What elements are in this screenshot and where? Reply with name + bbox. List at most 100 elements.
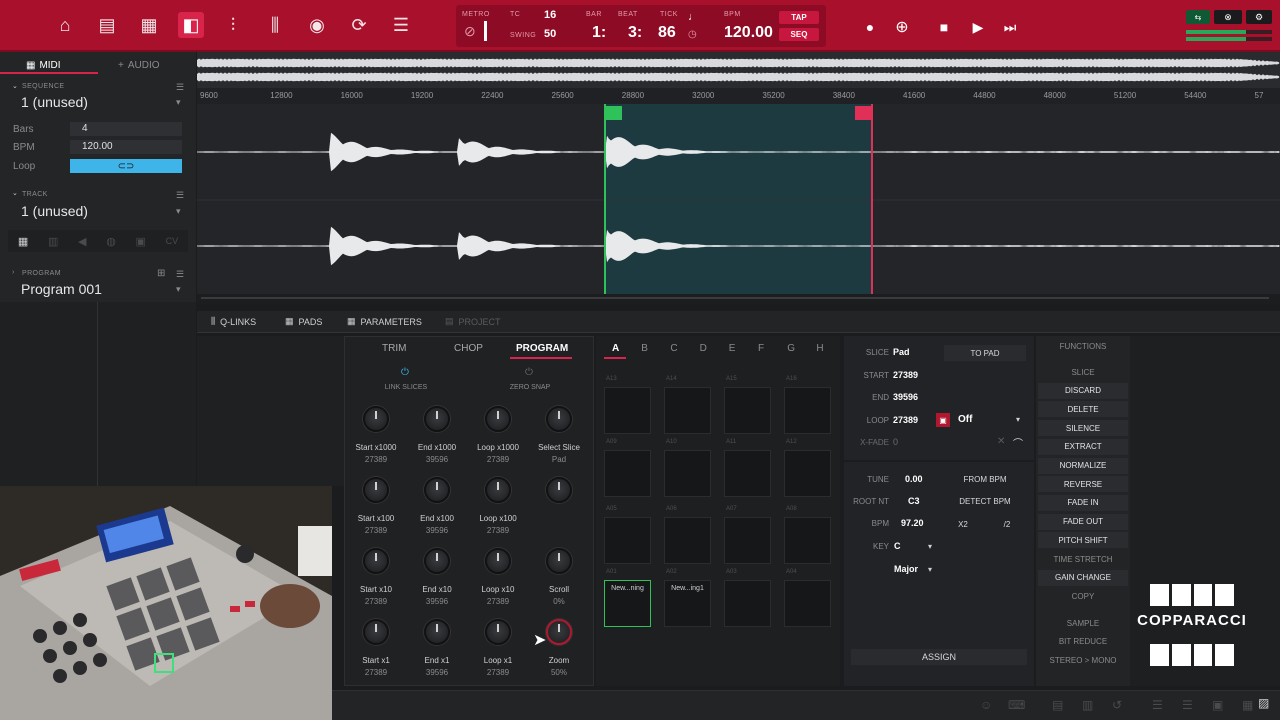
tab-audio[interactable]: + AUDIO xyxy=(118,56,160,74)
function-button[interactable]: PITCH SHIFT xyxy=(1038,532,1128,549)
assign-button[interactable]: ASSIGN xyxy=(851,649,1027,665)
play-start-button[interactable]: ⏭ xyxy=(997,14,1023,40)
bpm-field[interactable]: 120.00 xyxy=(70,140,182,154)
record-icon[interactable]: ◉ xyxy=(304,12,330,38)
tune-value[interactable]: 0.00 xyxy=(905,474,923,484)
bar-value[interactable]: 1: xyxy=(592,24,606,42)
pad[interactable] xyxy=(664,450,711,497)
save-icon[interactable]: ▣ xyxy=(1212,698,1223,712)
qlink-knob[interactable] xyxy=(485,477,511,503)
root-note-value[interactable]: C3 xyxy=(908,496,920,506)
pad[interactable] xyxy=(784,580,831,627)
bars-field[interactable]: 4 xyxy=(70,122,182,136)
note-icon[interactable]: ♩ xyxy=(688,11,699,23)
loop-slice-value[interactable]: 27389 xyxy=(893,415,918,425)
home-icon[interactable]: ⌂ xyxy=(52,12,78,38)
clock-icon[interactable]: ◷ xyxy=(688,29,697,40)
bpm-value[interactable]: 120.00 xyxy=(724,24,773,42)
tab-trim[interactable]: TRIM xyxy=(382,343,406,354)
slice-value[interactable]: Pad xyxy=(893,347,910,357)
midi-activity-icon[interactable]: ⇆ xyxy=(1186,10,1210,24)
browser-icon[interactable]: ▤ xyxy=(94,12,120,38)
end-value[interactable]: 39596 xyxy=(893,392,918,402)
pad[interactable] xyxy=(604,517,651,564)
tab-program[interactable]: PROGRAM xyxy=(516,343,568,354)
end-marker-handle[interactable] xyxy=(855,106,871,120)
qlink-knob[interactable] xyxy=(363,406,389,432)
keygroup-track-icon[interactable]: ▥ xyxy=(48,235,58,248)
function-button[interactable]: SILENCE xyxy=(1038,420,1128,437)
plugin-track-icon[interactable]: ◀ xyxy=(78,235,86,248)
horizontal-scrollbar[interactable] xyxy=(197,294,1280,304)
clip-track-icon[interactable]: ▣ xyxy=(135,235,145,248)
chat-icon[interactable]: ▨ xyxy=(1258,696,1269,710)
function-button[interactable]: DISCARD xyxy=(1038,382,1128,399)
xfade-close-icon[interactable]: ✕ xyxy=(997,436,1005,447)
pad[interactable]: New...ing1 xyxy=(664,580,711,627)
detect-bpm-button[interactable]: DETECT BPM xyxy=(944,493,1026,509)
stop-button[interactable]: ■ xyxy=(931,14,957,40)
key-dropdown-icon[interactable]: ▾ xyxy=(928,542,932,551)
pad[interactable] xyxy=(724,387,771,434)
swing-value[interactable]: 50 xyxy=(544,28,556,40)
bank-tab[interactable]: F xyxy=(758,343,764,354)
pad[interactable] xyxy=(604,450,651,497)
tick-value[interactable]: 86 xyxy=(658,24,676,42)
sample-edit-icon[interactable]: ◧ xyxy=(178,12,204,38)
loop-lock-icon[interactable]: ▣ xyxy=(936,413,950,427)
pad[interactable] xyxy=(784,517,831,564)
qlink-knob[interactable] xyxy=(485,619,511,645)
function-button[interactable]: REVERSE xyxy=(1038,476,1128,493)
pad[interactable] xyxy=(664,387,711,434)
smiley-icon[interactable]: ☺ xyxy=(980,698,992,712)
qlink-knob[interactable] xyxy=(424,406,450,432)
scale-dropdown-icon[interactable]: ▾ xyxy=(928,565,932,574)
qlink-knob[interactable] xyxy=(363,477,389,503)
cv-track-icon[interactable]: CV xyxy=(166,236,179,246)
record-button[interactable]: ● xyxy=(857,14,883,40)
play-button[interactable]: ▶ xyxy=(965,14,991,40)
qlink-knob[interactable] xyxy=(485,548,511,574)
bank-tab[interactable]: H xyxy=(816,343,823,354)
tc-value[interactable]: 16 xyxy=(544,9,556,21)
pad[interactable] xyxy=(724,580,771,627)
qlink-knob[interactable] xyxy=(546,619,572,645)
track-dropdown-icon[interactable]: ▾ xyxy=(176,206,181,217)
menu-icon-2[interactable]: ☰ xyxy=(1182,698,1193,712)
start-value[interactable]: 27389 xyxy=(893,370,918,380)
function-button[interactable]: FADE IN xyxy=(1038,494,1128,511)
function-button[interactable]: FADE OUT xyxy=(1038,513,1128,530)
midi-track-icon[interactable]: ◍ xyxy=(106,235,116,248)
loop-mode-value[interactable]: Off xyxy=(958,414,972,425)
keyboard-icon[interactable]: ⌨ xyxy=(1008,698,1025,712)
waveform-overview[interactable] xyxy=(197,52,1280,88)
qlink-knob[interactable] xyxy=(363,619,389,645)
pad[interactable] xyxy=(784,450,831,497)
function-button[interactable]: DELETE xyxy=(1038,401,1128,418)
settings-icon[interactable]: ⚙ xyxy=(1246,10,1272,24)
div2-button[interactable]: /2 xyxy=(988,516,1026,532)
bank-tab[interactable]: D xyxy=(700,343,707,354)
pad[interactable] xyxy=(664,517,711,564)
list-icon[interactable]: ☰ xyxy=(388,12,414,38)
loop-toggle[interactable]: ⊂⊃ xyxy=(70,159,182,173)
grid-view-icon[interactable]: ▦ xyxy=(1242,698,1253,712)
tab-chop[interactable]: CHOP xyxy=(454,343,483,354)
key-value[interactable]: C xyxy=(894,541,901,551)
function-button[interactable]: TIME STRETCH xyxy=(1038,551,1128,567)
channel-icon[interactable]: ⫼ xyxy=(262,12,288,38)
loop-icon[interactable]: ⟳ xyxy=(346,12,372,38)
file-icon[interactable]: ▤ xyxy=(1052,698,1063,712)
function-button[interactable]: SLICE xyxy=(1038,364,1128,380)
chevron-down-icon[interactable]: ⌄ xyxy=(12,189,18,197)
scale-value[interactable]: Major xyxy=(894,564,918,574)
chevron-down-icon[interactable]: ⌄ xyxy=(12,82,18,90)
program-menu-icon[interactable]: ☰ xyxy=(176,269,184,280)
qlink-knob[interactable] xyxy=(546,548,572,574)
qlink-knob[interactable] xyxy=(424,619,450,645)
zero-snap-power-icon[interactable]: ⏻ xyxy=(525,367,533,378)
pad[interactable] xyxy=(604,387,651,434)
to-pad-button[interactable]: TO PAD xyxy=(944,345,1026,361)
list-view-icon[interactable]: ▥ xyxy=(1082,698,1093,712)
qlink-knob[interactable] xyxy=(363,548,389,574)
